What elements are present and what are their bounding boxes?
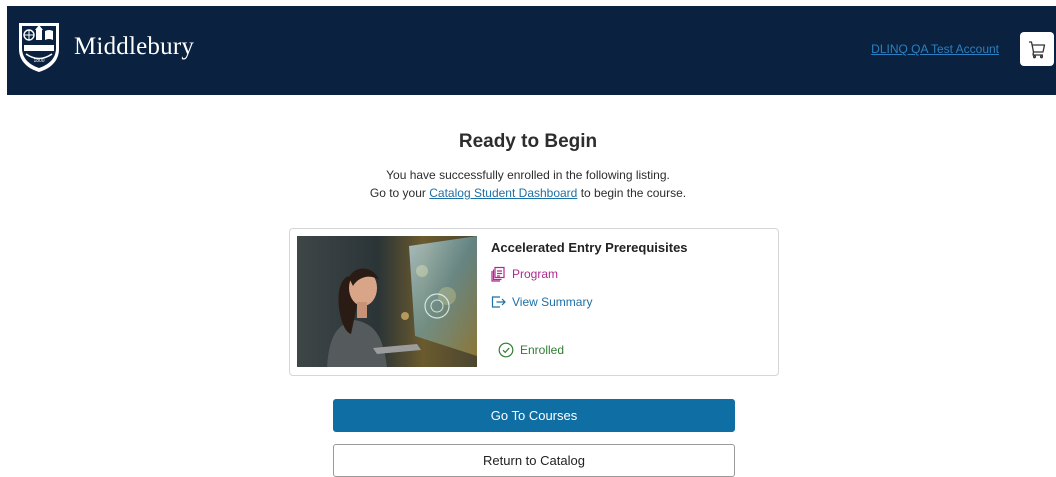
- listing-card: Accelerated Entry Prerequisites Program …: [289, 228, 779, 376]
- dashboard-link[interactable]: Catalog Student Dashboard: [429, 186, 577, 200]
- middlebury-shield-icon: 1800: [19, 23, 59, 72]
- enrollment-status: Enrolled: [498, 342, 564, 358]
- listing-type-label: Program: [512, 267, 559, 281]
- listing-image: [297, 236, 477, 367]
- shield-year: 1800: [33, 58, 44, 64]
- listing-title[interactable]: Accelerated Entry Prerequisites: [491, 240, 688, 255]
- return-to-catalog-button[interactable]: Return to Catalog: [333, 444, 735, 477]
- open-external-icon: [491, 296, 506, 308]
- go-to-courses-button[interactable]: Go To Courses: [333, 399, 735, 432]
- woman-at-screen-illustration: [297, 236, 477, 367]
- site-header: 1800 Middlebury DLINQ QA Test Account: [7, 6, 1056, 95]
- listing-type: Program: [490, 266, 558, 282]
- enrollment-status-label: Enrolled: [520, 343, 565, 357]
- brand-name: Middlebury: [74, 33, 195, 60]
- page-title: Ready to Begin: [458, 131, 598, 152]
- dashboard-instruction: Go to your Catalog Student Dashboard to …: [0, 186, 1056, 200]
- account-link[interactable]: DLINQ QA Test Account: [871, 42, 999, 56]
- instruction-suffix: to begin the course.: [577, 186, 687, 200]
- view-summary-link[interactable]: View Summary: [490, 294, 592, 310]
- view-summary-label: View Summary: [512, 295, 593, 309]
- cart-button[interactable]: [1020, 32, 1054, 66]
- page: 1800 Middlebury DLINQ QA Test Account Re…: [0, 0, 1056, 477]
- check-circle-icon: [498, 342, 514, 358]
- cart-icon: [1029, 41, 1046, 59]
- instruction-prefix: Go to your: [369, 186, 430, 200]
- success-message: You have successfully enrolled in the fo…: [386, 168, 670, 182]
- brand-logo[interactable]: 1800 Middlebury: [17, 21, 194, 73]
- stacked-pages-icon: [491, 266, 505, 282]
